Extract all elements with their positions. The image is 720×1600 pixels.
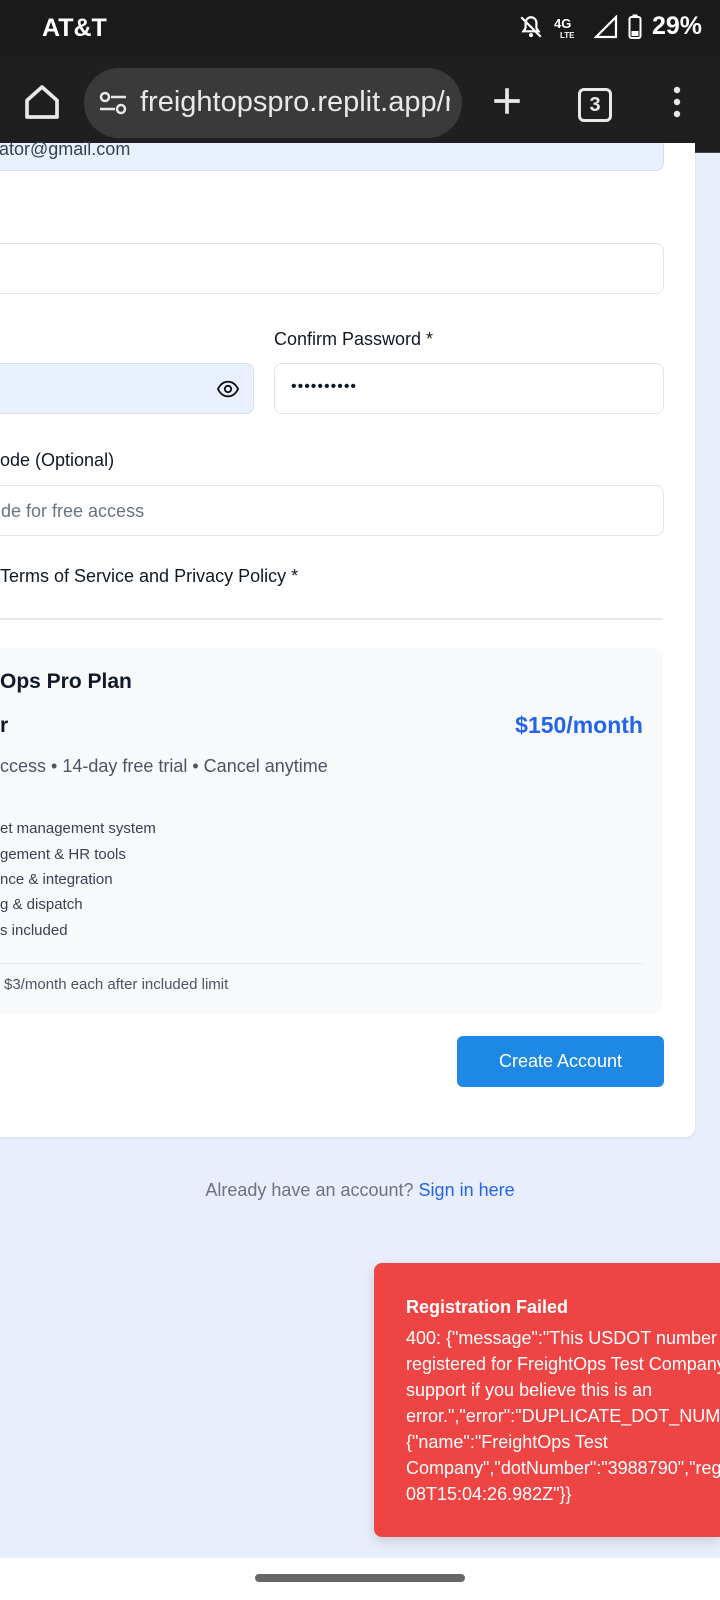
plan-feature: g & dispatch	[0, 896, 83, 913]
address-bar[interactable]: freightopspro.replit.app/r	[84, 68, 462, 138]
site-settings-icon[interactable]	[98, 89, 128, 117]
confirm-password-label: Confirm Password *	[274, 329, 434, 349]
status-bar: AT&T 4G LTE 29%	[0, 0, 720, 56]
battery-percent: 29%	[651, 12, 702, 40]
home-icon[interactable]	[22, 82, 66, 126]
url-text[interactable]: freightopspro.replit.app/r	[140, 86, 450, 119]
toast-line: 08T15:04:26.982Z"}}	[406, 1484, 572, 1504]
status-icons: 4G LTE 29%	[518, 12, 702, 41]
plan-feature: gement & HR tools	[0, 846, 126, 863]
toast-message: 400: {"message":"This USDOT number 3 reg…	[406, 1325, 720, 1507]
plan-name: r	[0, 714, 9, 737]
plan-price: $150/month	[515, 712, 643, 738]
toast-title: Registration Failed	[406, 1297, 569, 1317]
error-toast[interactable]: Registration Failed 400: {"message":"Thi…	[374, 1263, 720, 1537]
page-content: ator@gmail.com Confirm Password * ••••••…	[0, 139, 720, 1558]
toast-line: support if you believe this is an	[406, 1380, 653, 1400]
overflow-menu-icon[interactable]	[668, 84, 686, 120]
registration-card: ator@gmail.com Confirm Password * ••••••…	[0, 139, 695, 1137]
plan-description: ccess • 14-day free trial • Cancel anyti…	[0, 756, 328, 776]
section-divider	[0, 618, 663, 620]
terms-label[interactable]: Terms of Service and Privacy Policy *	[0, 566, 298, 587]
plan-feature: et management system	[0, 820, 156, 837]
email-field[interactable]: ator@gmail.com	[0, 139, 664, 171]
plan-title: Ops Pro Plan	[0, 670, 132, 693]
plan-divider	[0, 963, 643, 964]
confirm-password-value: ••••••••••	[291, 378, 358, 395]
toast-line: 400: {"message":"This USDOT number 3	[406, 1328, 720, 1348]
access-code-field[interactable]: de for free access	[0, 485, 664, 536]
signin-prompt-text: Already have an account?	[205, 1180, 414, 1200]
new-tab-icon[interactable]	[490, 84, 524, 123]
signin-prompt: Already have an account? Sign in here	[0, 1180, 720, 1201]
plan-feature: nce & integration	[0, 871, 113, 888]
plan-note: $3/month each after included limit	[4, 976, 229, 993]
network-4g-lte-icon: 4G LTE	[554, 14, 584, 40]
svg-text:LTE: LTE	[560, 31, 575, 40]
signal-icon	[593, 14, 618, 39]
toast-line: registered for FreightOps Test Company	[406, 1354, 720, 1374]
bell-off-icon	[518, 14, 544, 40]
battery-icon	[628, 14, 642, 40]
plan-feature: s included	[0, 922, 68, 939]
access-code-label: ode (Optional)	[0, 450, 115, 470]
confirm-password-field[interactable]: ••••••••••	[274, 363, 664, 414]
plan-summary: Ops Pro Plan r $150/month ccess • 14-day…	[0, 648, 663, 1014]
password-field[interactable]	[0, 363, 254, 414]
eye-icon[interactable]	[216, 378, 240, 405]
access-code-placeholder: de for free access	[1, 501, 145, 521]
svg-text:4G: 4G	[554, 16, 571, 31]
toast-line: {"name":"FreightOps Test	[406, 1432, 608, 1452]
toast-line: Company","dotNumber":"3988790","regis	[406, 1458, 720, 1478]
email-value: ator@gmail.com	[0, 139, 131, 159]
create-account-button[interactable]: Create Account	[457, 1036, 664, 1087]
tab-switcher-icon[interactable]: 3	[578, 88, 612, 122]
carrier-label: AT&T	[42, 14, 107, 42]
phone-field[interactable]	[0, 243, 664, 294]
toast-line: error.","error":"DUPLICATE_DOT_NUMBE	[406, 1406, 720, 1426]
signin-link[interactable]: Sign in here	[419, 1180, 515, 1200]
gesture-handle[interactable]	[255, 1574, 465, 1582]
